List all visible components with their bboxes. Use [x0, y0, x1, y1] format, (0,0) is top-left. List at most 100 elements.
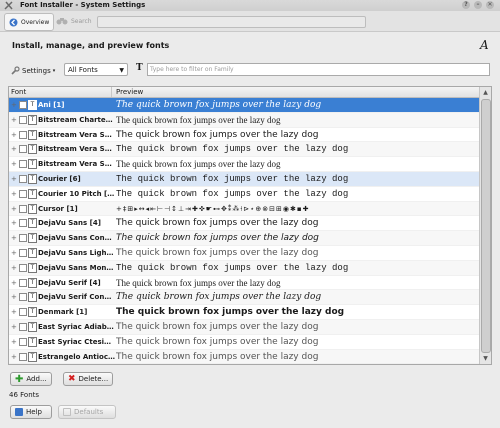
- font-file-icon: T: [28, 292, 37, 303]
- expand-icon[interactable]: +: [11, 264, 17, 272]
- enable-checkbox[interactable]: [19, 337, 27, 346]
- settings-button[interactable]: Settings ▾: [10, 64, 55, 78]
- expand-icon[interactable]: +: [11, 279, 17, 287]
- font-preview: The quick brown fox jumps over the lazy …: [116, 173, 349, 184]
- enable-checkbox[interactable]: [19, 352, 27, 361]
- enable-checkbox[interactable]: [19, 115, 27, 124]
- enable-checkbox[interactable]: [19, 219, 27, 228]
- enable-checkbox[interactable]: [19, 234, 27, 243]
- enable-checkbox[interactable]: [19, 174, 27, 183]
- filter-input[interactable]: Type here to filter on Family: [147, 63, 490, 76]
- enable-checkbox[interactable]: [19, 263, 27, 272]
- table-row[interactable]: + T Denmark [1] The quick brown fox jumps o…: [9, 305, 481, 320]
- font-group-select[interactable]: All Fonts ▼: [64, 63, 128, 76]
- title-bar[interactable]: Font Installer - System Settings ? – ✕: [0, 0, 500, 11]
- wrench-icon: [11, 66, 20, 75]
- close-window-button[interactable]: ✕: [486, 1, 494, 9]
- scroll-up-icon[interactable]: ▲: [481, 88, 490, 97]
- font-preview: The quick brown fox jumps over the lazy …: [116, 114, 281, 125]
- delete-button[interactable]: ✖ Delete...: [63, 372, 114, 386]
- font-file-icon: T: [28, 188, 37, 199]
- table-row[interactable]: + T Ani [1] The quick brown fox jumps over …: [9, 98, 481, 113]
- vertical-scrollbar[interactable]: ▲ ▼: [479, 87, 491, 364]
- table-row[interactable]: + T DejaVu Serif Conde... The quick brown f…: [9, 290, 481, 306]
- expand-icon[interactable]: +: [11, 205, 17, 213]
- expand-icon[interactable]: +: [11, 338, 17, 346]
- settings-label: Settings: [22, 67, 51, 75]
- table-row[interactable]: + TBitstream Vera Sans...The quick brown …: [9, 128, 481, 143]
- help-window-button[interactable]: ?: [462, 1, 470, 9]
- font-preview: The quick brown fox jumps over the lazy …: [116, 218, 319, 229]
- font-rows: + T Ani [1] The quick brown fox jumps over …: [9, 98, 481, 365]
- expand-icon[interactable]: +: [11, 101, 17, 109]
- font-family-name: Bitstream Vera Seri...: [38, 160, 115, 169]
- expand-icon[interactable]: +: [11, 308, 17, 316]
- enable-checkbox[interactable]: [19, 278, 27, 287]
- column-header-preview[interactable]: Preview: [116, 87, 143, 97]
- table-row[interactable]: + T DejaVu Sans Cond... The quick brown fox…: [9, 231, 481, 246]
- font-file-icon: T: [28, 114, 37, 125]
- table-row[interactable]: + T East Syriac Ctesiph... The quick brown …: [9, 335, 481, 350]
- add-button[interactable]: ✚ Add...: [10, 372, 52, 386]
- enable-checkbox[interactable]: [19, 204, 27, 213]
- search-input[interactable]: [97, 16, 366, 28]
- minimize-button[interactable]: –: [474, 1, 482, 9]
- table-row[interactable]: + T Estrangelo Antioch... The quick brown f…: [9, 349, 481, 364]
- font-file-icon: T: [28, 173, 37, 184]
- enable-checkbox[interactable]: [19, 248, 27, 257]
- dropdown-arrow-icon: ▼: [119, 67, 124, 74]
- font-family-name: Estrangelo Antioch...: [38, 352, 115, 361]
- search-tool: Search: [56, 13, 92, 29]
- table-row[interactable]: + T East Syriac Adiabe... The quick brown f…: [9, 319, 481, 335]
- defaults-button[interactable]: Defaults: [58, 405, 116, 419]
- font-file-icon: T: [28, 218, 37, 229]
- expand-icon[interactable]: +: [11, 131, 17, 139]
- enable-checkbox[interactable]: [19, 293, 27, 302]
- expand-icon[interactable]: +: [11, 293, 17, 301]
- enable-checkbox[interactable]: [19, 101, 27, 109]
- expand-icon[interactable]: +: [11, 145, 17, 153]
- enable-checkbox[interactable]: [19, 160, 27, 169]
- font-file-icon: T: [28, 262, 37, 273]
- table-row[interactable]: + TBitstream Vera Sans...The quick brown …: [9, 142, 481, 158]
- font-family-name: Cursor [1]: [38, 204, 78, 213]
- expand-icon[interactable]: +: [11, 219, 17, 227]
- table-row[interactable]: + T Bitstream Charter [4] The quick brown f…: [9, 112, 481, 128]
- table-row[interactable]: + T Bitstream Vera Seri... The quick brown …: [9, 157, 481, 172]
- table-row[interactable]: + T DejaVu Sans Light [1] The quick brown f…: [9, 246, 481, 261]
- expand-icon[interactable]: +: [11, 323, 17, 331]
- font-preview: The quick brown fox jumps over the lazy …: [116, 351, 319, 362]
- table-row[interactable]: + T DejaVu Serif [4] The quick brown fox ju…: [9, 276, 481, 291]
- table-row[interactable]: +TEstrangelo Edessa [1]!"#$%&'()*+,-./01…: [9, 364, 481, 365]
- table-row[interactable]: + T DejaVu Sans [4] The quick brown fox jum…: [9, 216, 481, 232]
- defaults-label: Defaults: [74, 408, 104, 416]
- overview-button[interactable]: Overview: [4, 13, 55, 31]
- table-row[interactable]: + T Courier 10 Pitch [4] The quick brown fo…: [9, 187, 481, 202]
- expand-icon[interactable]: +: [11, 234, 17, 242]
- font-family-name: Bitstream Vera Sans...: [38, 145, 115, 154]
- filter-criteria-icon[interactable]: T: [136, 63, 143, 73]
- font-preview: The quick brown fox jumps over the lazy …: [116, 144, 349, 155]
- table-row[interactable]: + T Courier [6] The quick brown fox jumps o…: [9, 171, 481, 187]
- help-button[interactable]: Help: [10, 405, 52, 419]
- enable-checkbox[interactable]: [19, 145, 27, 154]
- expand-icon[interactable]: +: [11, 249, 17, 257]
- enable-checkbox[interactable]: [19, 322, 27, 331]
- table-row[interactable]: + T Cursor [1] +‡⊞▸↔◂⇤⊢⊣↕⊥⇥✚✜☛⊷✥⁑⁂⟊⊳⋆⊕⊗⊟⊞◉✱…: [9, 201, 481, 217]
- scrollbar-thumb[interactable]: [481, 99, 491, 353]
- enable-checkbox[interactable]: [19, 189, 27, 198]
- scroll-down-icon[interactable]: ▼: [481, 354, 490, 363]
- expand-icon[interactable]: +: [11, 116, 17, 124]
- expand-icon[interactable]: +: [11, 175, 17, 183]
- column-header-font[interactable]: Font: [11, 87, 112, 97]
- enable-checkbox[interactable]: [19, 308, 27, 317]
- font-family-name: Ani [1]: [38, 101, 65, 109]
- expand-icon[interactable]: +: [11, 160, 17, 168]
- expand-icon[interactable]: +: [11, 190, 17, 198]
- enable-checkbox[interactable]: [19, 130, 27, 139]
- font-list[interactable]: Font Preview + T Ani [1] The quick brown fo…: [8, 86, 492, 365]
- overview-label: Overview: [21, 18, 50, 26]
- table-row[interactable]: + T DejaVu Sans Mono... The quick brown fox…: [9, 260, 481, 276]
- font-family-name: Bitstream Vera Sans...: [38, 130, 115, 139]
- expand-icon[interactable]: +: [11, 353, 17, 361]
